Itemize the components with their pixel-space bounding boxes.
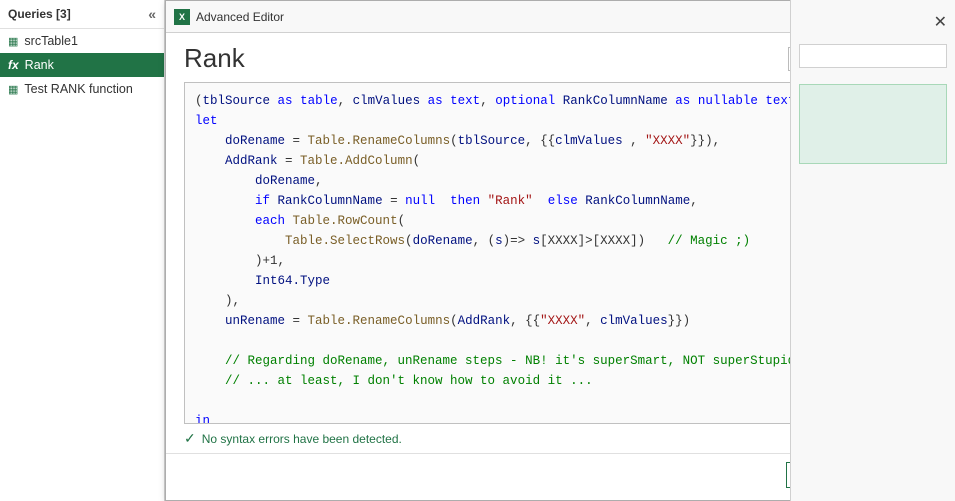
right-panel: ✕ xyxy=(790,0,955,501)
sidebar-item-test-rank[interactable]: ▦ Test RANK function xyxy=(0,77,164,101)
sidebar-item-label: srcTable1 xyxy=(24,34,78,48)
dialog-title: Rank xyxy=(184,43,245,74)
right-panel-close: ✕ xyxy=(791,8,955,36)
right-panel-content xyxy=(799,84,947,164)
right-panel-close-button[interactable]: ✕ xyxy=(934,12,947,32)
sidebar: Queries [3] « ▦ srcTable1 fx Rank ▦ Test… xyxy=(0,0,165,501)
sidebar-item-rank[interactable]: fx Rank xyxy=(0,53,164,77)
right-panel-search-input[interactable] xyxy=(799,44,947,68)
table-icon: ▦ xyxy=(8,83,18,96)
sidebar-item-srctable1[interactable]: ▦ srcTable1 xyxy=(0,29,164,53)
title-bar-text: Advanced Editor xyxy=(196,10,864,24)
status-check-icon: ✓ xyxy=(184,430,196,447)
sidebar-item-label: Test RANK function xyxy=(24,82,132,96)
sidebar-title: Queries [3] xyxy=(8,7,71,21)
sidebar-item-label: Rank xyxy=(25,58,54,72)
table-icon: ▦ xyxy=(8,35,18,48)
sidebar-header: Queries [3] « xyxy=(0,0,164,29)
status-text: No syntax errors have been detected. xyxy=(202,432,402,446)
main-area: X Advanced Editor ─ □ ✕ Rank Display Opt… xyxy=(165,0,955,501)
app-icon: X xyxy=(174,9,190,25)
sidebar-collapse-icon[interactable]: « xyxy=(148,6,156,22)
fx-icon: fx xyxy=(8,58,19,72)
